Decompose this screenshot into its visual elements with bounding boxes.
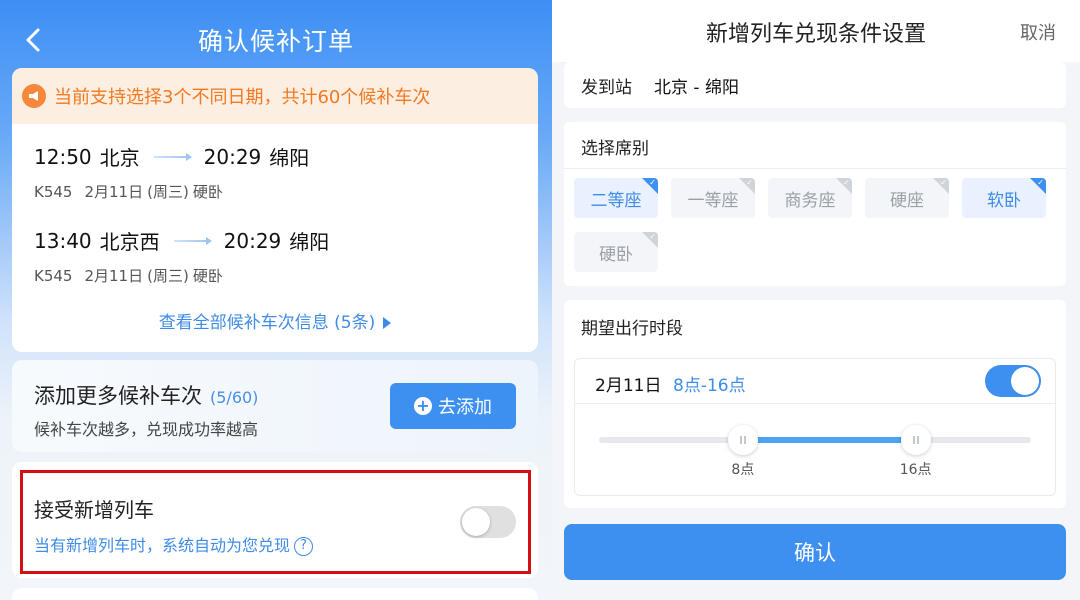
arrival-station: 绵阳 [269,146,310,170]
time-slider-fill [742,437,916,443]
seat-option-soft-sleeper[interactable]: 软卧 ✓ [962,178,1046,218]
arrival-time: 20:29 [203,144,262,169]
view-all-link[interactable]: 查看全部候补车次信息 (5条) [12,308,538,333]
time-slider-track[interactable] [599,437,1031,443]
cancel-button[interactable]: 取消 [1020,19,1056,45]
departure-time: 13:40 [34,228,92,253]
train-weekday: (周三) [147,267,189,285]
slider-start-handle[interactable] [727,425,758,455]
add-train-button[interactable]: + 去添加 [390,383,516,429]
seat-section: 选择席别 二等座 ✓ 一等座 ✓ 商务座 ✓ 硬座 ✓ 软卧 ✓ 硬卧 ✓ [564,122,1066,286]
time-range-toggle[interactable] [985,365,1041,397]
notice-bar: 当前支持选择3个不同日期，共计60个候补车次 [12,68,538,124]
time-section: 期望出行时段 2月11日 8点-16点 8点 16点 [564,300,1066,508]
arrival-time: 20:29 [223,228,282,253]
accept-new-title: 接受新增列车 [34,498,154,522]
plus-circle-icon: + [414,397,432,415]
divider [564,168,1066,169]
route-value: 北京 - 绵阳 [654,77,739,98]
add-more-title: 添加更多候补车次 [34,384,202,408]
next-card [12,588,538,600]
accept-new-subtitle: 当有新增列车时，系统自动为您兑现 [34,536,291,555]
toggle-knob [1011,367,1039,395]
arrow-icon [153,152,192,161]
add-more-title-row: 添加更多候补车次 (5/60) [34,380,258,410]
seat-option-business[interactable]: 商务座 ✓ [768,178,852,218]
accept-new-toggle[interactable] [460,506,516,538]
notice-text: 当前支持选择3个不同日期，共计60个候补车次 [54,87,431,108]
date-time-card: 2月11日 8点-16点 8点 16点 [574,358,1056,496]
arrow-icon [173,236,212,245]
accept-new-train-card: 接受新增列车 当有新增列车时，系统自动为您兑现? [12,462,538,578]
train-item[interactable]: 13:40 北京西 20:29 绵阳 K545 2月11日 (周三) 硬卧 [34,226,329,286]
seat-option-label: 硬座 [890,190,924,211]
seat-option-label: 二等座 [590,190,642,211]
seat-option-first-class[interactable]: 一等座 ✓ [671,178,755,218]
train-number: K545 [34,267,73,285]
train-date: 2月11日 [84,267,144,285]
slider-start-label: 8点 [731,462,755,478]
train-item[interactable]: 12:50 北京 20:29 绵阳 K545 2月11日 (周三) 硬卧 [34,142,309,202]
departure-station: 北京西 [99,230,160,254]
add-more-subtitle: 候补车次越多，兑现成功率越高 [34,420,259,439]
dialog-title: 新增列车兑现条件设置 [705,22,926,47]
seat-option-label: 一等座 [687,190,739,211]
left-panel: 确认候补订单 当前支持选择3个不同日期，共计60个候补车次 12:50 北京 2… [0,0,552,600]
departure-time: 12:50 [34,144,92,169]
toggle-knob [462,508,490,536]
confirm-button[interactable]: 确认 [564,524,1066,580]
question-circle-icon[interactable]: ? [294,537,314,556]
train-list-card: 当前支持选择3个不同日期，共计60个候补车次 12:50 北京 20:29 绵阳… [12,68,538,352]
train-weekday: (周三) [147,183,189,201]
arrival-station: 绵阳 [289,230,330,254]
time-section-label: 期望出行时段 [581,319,683,339]
view-all-label: 查看全部候补车次信息 (5条) [158,313,376,333]
seat-option-label: 商务座 [784,190,836,211]
accept-new-subtitle-row: 当有新增列车时，系统自动为您兑现? [34,532,314,556]
train-seat: 硬卧 [192,183,223,201]
add-train-label: 去添加 [438,397,492,418]
seat-option-hard-seat[interactable]: 硬座 ✓ [865,178,949,218]
add-more-card: 添加更多候补车次 (5/60) 候补车次越多，兑现成功率越高 + 去添加 [12,360,538,452]
seat-option-hard-sleeper[interactable]: 硬卧 ✓ [574,232,658,272]
slider-end-label: 16点 [899,462,932,478]
seat-option-label: 硬卧 [599,244,633,265]
time-range: 8点-16点 [673,376,746,396]
page-title: 确认候补订单 [197,27,354,56]
travel-date: 2月11日 [595,376,662,396]
route-label: 发到站 [581,77,632,98]
departure-station: 北京 [99,146,140,170]
route-row: 发到站 北京 - 绵阳 [564,62,1066,108]
slider-end-handle[interactable] [900,425,931,455]
seat-option-label: 软卧 [987,190,1021,211]
train-date: 2月11日 [84,183,144,201]
caret-right-icon [383,317,392,329]
megaphone-icon [22,84,46,108]
dialog-header: 新增列车兑现条件设置 取消 [552,0,1080,62]
add-more-count: (5/60) [210,388,259,407]
right-panel: 新增列车兑现条件设置 取消 发到站 北京 - 绵阳 选择席别 二等座 ✓ 一等座… [552,0,1080,600]
train-number: K545 [34,183,73,201]
seat-option-second-class[interactable]: 二等座 ✓ [574,178,658,218]
seat-section-label: 选择席别 [581,139,649,159]
divider [575,403,1055,404]
train-seat: 硬卧 [192,267,223,285]
